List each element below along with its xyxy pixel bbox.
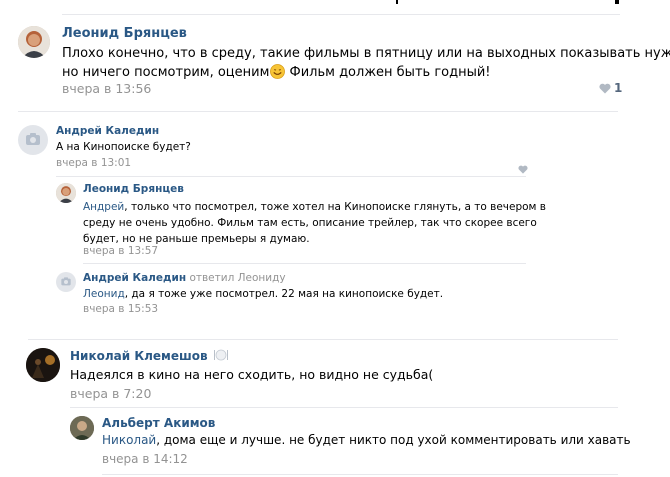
- reply-text-part: , только что посмотрел, тоже хотел на Ки…: [124, 201, 546, 213]
- camera-placeholder-icon: [26, 133, 40, 145]
- comment-divider: [56, 176, 526, 177]
- reply-divider: [102, 474, 618, 475]
- avatar[interactable]: [18, 26, 50, 58]
- comment-header: Николай Клемешов: [70, 349, 229, 363]
- comment-text: Надеялся в кино на него сходить, но видн…: [70, 367, 434, 382]
- like-button[interactable]: [518, 159, 530, 174]
- comment-author[interactable]: Леонид Брянцев: [62, 26, 187, 41]
- camera-placeholder-icon: [61, 277, 71, 286]
- comment-divider: [28, 339, 618, 340]
- comment-divider: [70, 407, 618, 408]
- comment-text: Плохо конечно, что в среду, такие фильмы…: [62, 44, 670, 82]
- reply-timestamp[interactable]: вчера в 13:57: [83, 245, 158, 257]
- mention-link[interactable]: Леонид: [83, 288, 125, 300]
- reply-text-line: Андрей, только что посмотрел, тоже хотел…: [83, 199, 546, 215]
- avatar[interactable]: [26, 348, 60, 382]
- avatar[interactable]: [18, 125, 48, 155]
- reply-text-part: , дома еще и лучше. не будет никто под у…: [156, 433, 631, 447]
- reply-text-line: среду не очень удобно. Фильм там есть, о…: [83, 217, 537, 229]
- reply-text: Андрей, только что посмотрел, тоже хотел…: [83, 199, 546, 247]
- heart-icon: [518, 165, 528, 174]
- avatar[interactable]: [70, 416, 94, 440]
- heart-icon: [599, 83, 611, 94]
- mention-link[interactable]: Андрей: [83, 201, 124, 213]
- top-edge-mark: [396, 0, 398, 4]
- reply-author[interactable]: Андрей Каледин: [83, 272, 186, 284]
- reply-timestamp[interactable]: вчера в 14:12: [102, 452, 188, 466]
- comment-divider: [18, 111, 618, 112]
- comment-text-part: но ничего посмотрим, оценим: [62, 65, 270, 80]
- avatar[interactable]: [56, 183, 76, 203]
- comment-timestamp[interactable]: вчера в 13:56: [62, 81, 151, 96]
- comment-timestamp[interactable]: вчера в 13:01: [56, 157, 131, 169]
- comment-text-part: Фильм должен быть годный!: [285, 65, 491, 80]
- smiling-face-emoji-icon: [270, 64, 286, 79]
- comment-author[interactable]: Николай Клемешов: [70, 349, 208, 363]
- replied-to-label[interactable]: ответил Леониду: [189, 272, 285, 284]
- comment-text-line: но ничего посмотрим, оценим Фильм должен…: [62, 63, 642, 82]
- reply-timestamp[interactable]: вчера в 15:53: [83, 303, 158, 315]
- reply-author[interactable]: Альберт Акимов: [102, 416, 215, 430]
- avatar-photo-icon: [70, 416, 94, 440]
- reply-divider: [83, 263, 526, 264]
- reply-text: Николай, дома еще и лучше. не будет никт…: [102, 433, 631, 447]
- comment-text-line: Плохо конечно, что в среду, такие фильмы…: [62, 46, 670, 61]
- like-count: 1: [614, 81, 623, 95]
- like-button[interactable]: 1: [599, 81, 631, 96]
- comment-author[interactable]: Андрей Каледин: [56, 125, 159, 137]
- avatar[interactable]: [56, 272, 76, 292]
- avatar-photo-icon: [56, 183, 76, 203]
- mention-link[interactable]: Николай: [102, 433, 156, 447]
- reply-text-part: , да я тоже уже посмотрел. 22 мая на кин…: [124, 288, 444, 300]
- avatar-photo-icon: [18, 26, 50, 58]
- top-divider: [62, 14, 620, 15]
- comment-timestamp[interactable]: вчера в 7:20: [70, 386, 151, 401]
- plate-utensils-icon: [213, 349, 229, 361]
- reply-author[interactable]: Леонид Брянцев: [83, 183, 184, 195]
- reply-text: Леонид, да я тоже уже посмотрел. 22 мая …: [83, 288, 443, 300]
- avatar-photo-icon: [26, 348, 60, 382]
- top-edge-mark: [615, 0, 619, 4]
- comment-text: А на Кинопоиске будет?: [56, 141, 191, 153]
- reply-header: Андрей Каледин ответил Леониду: [83, 272, 286, 284]
